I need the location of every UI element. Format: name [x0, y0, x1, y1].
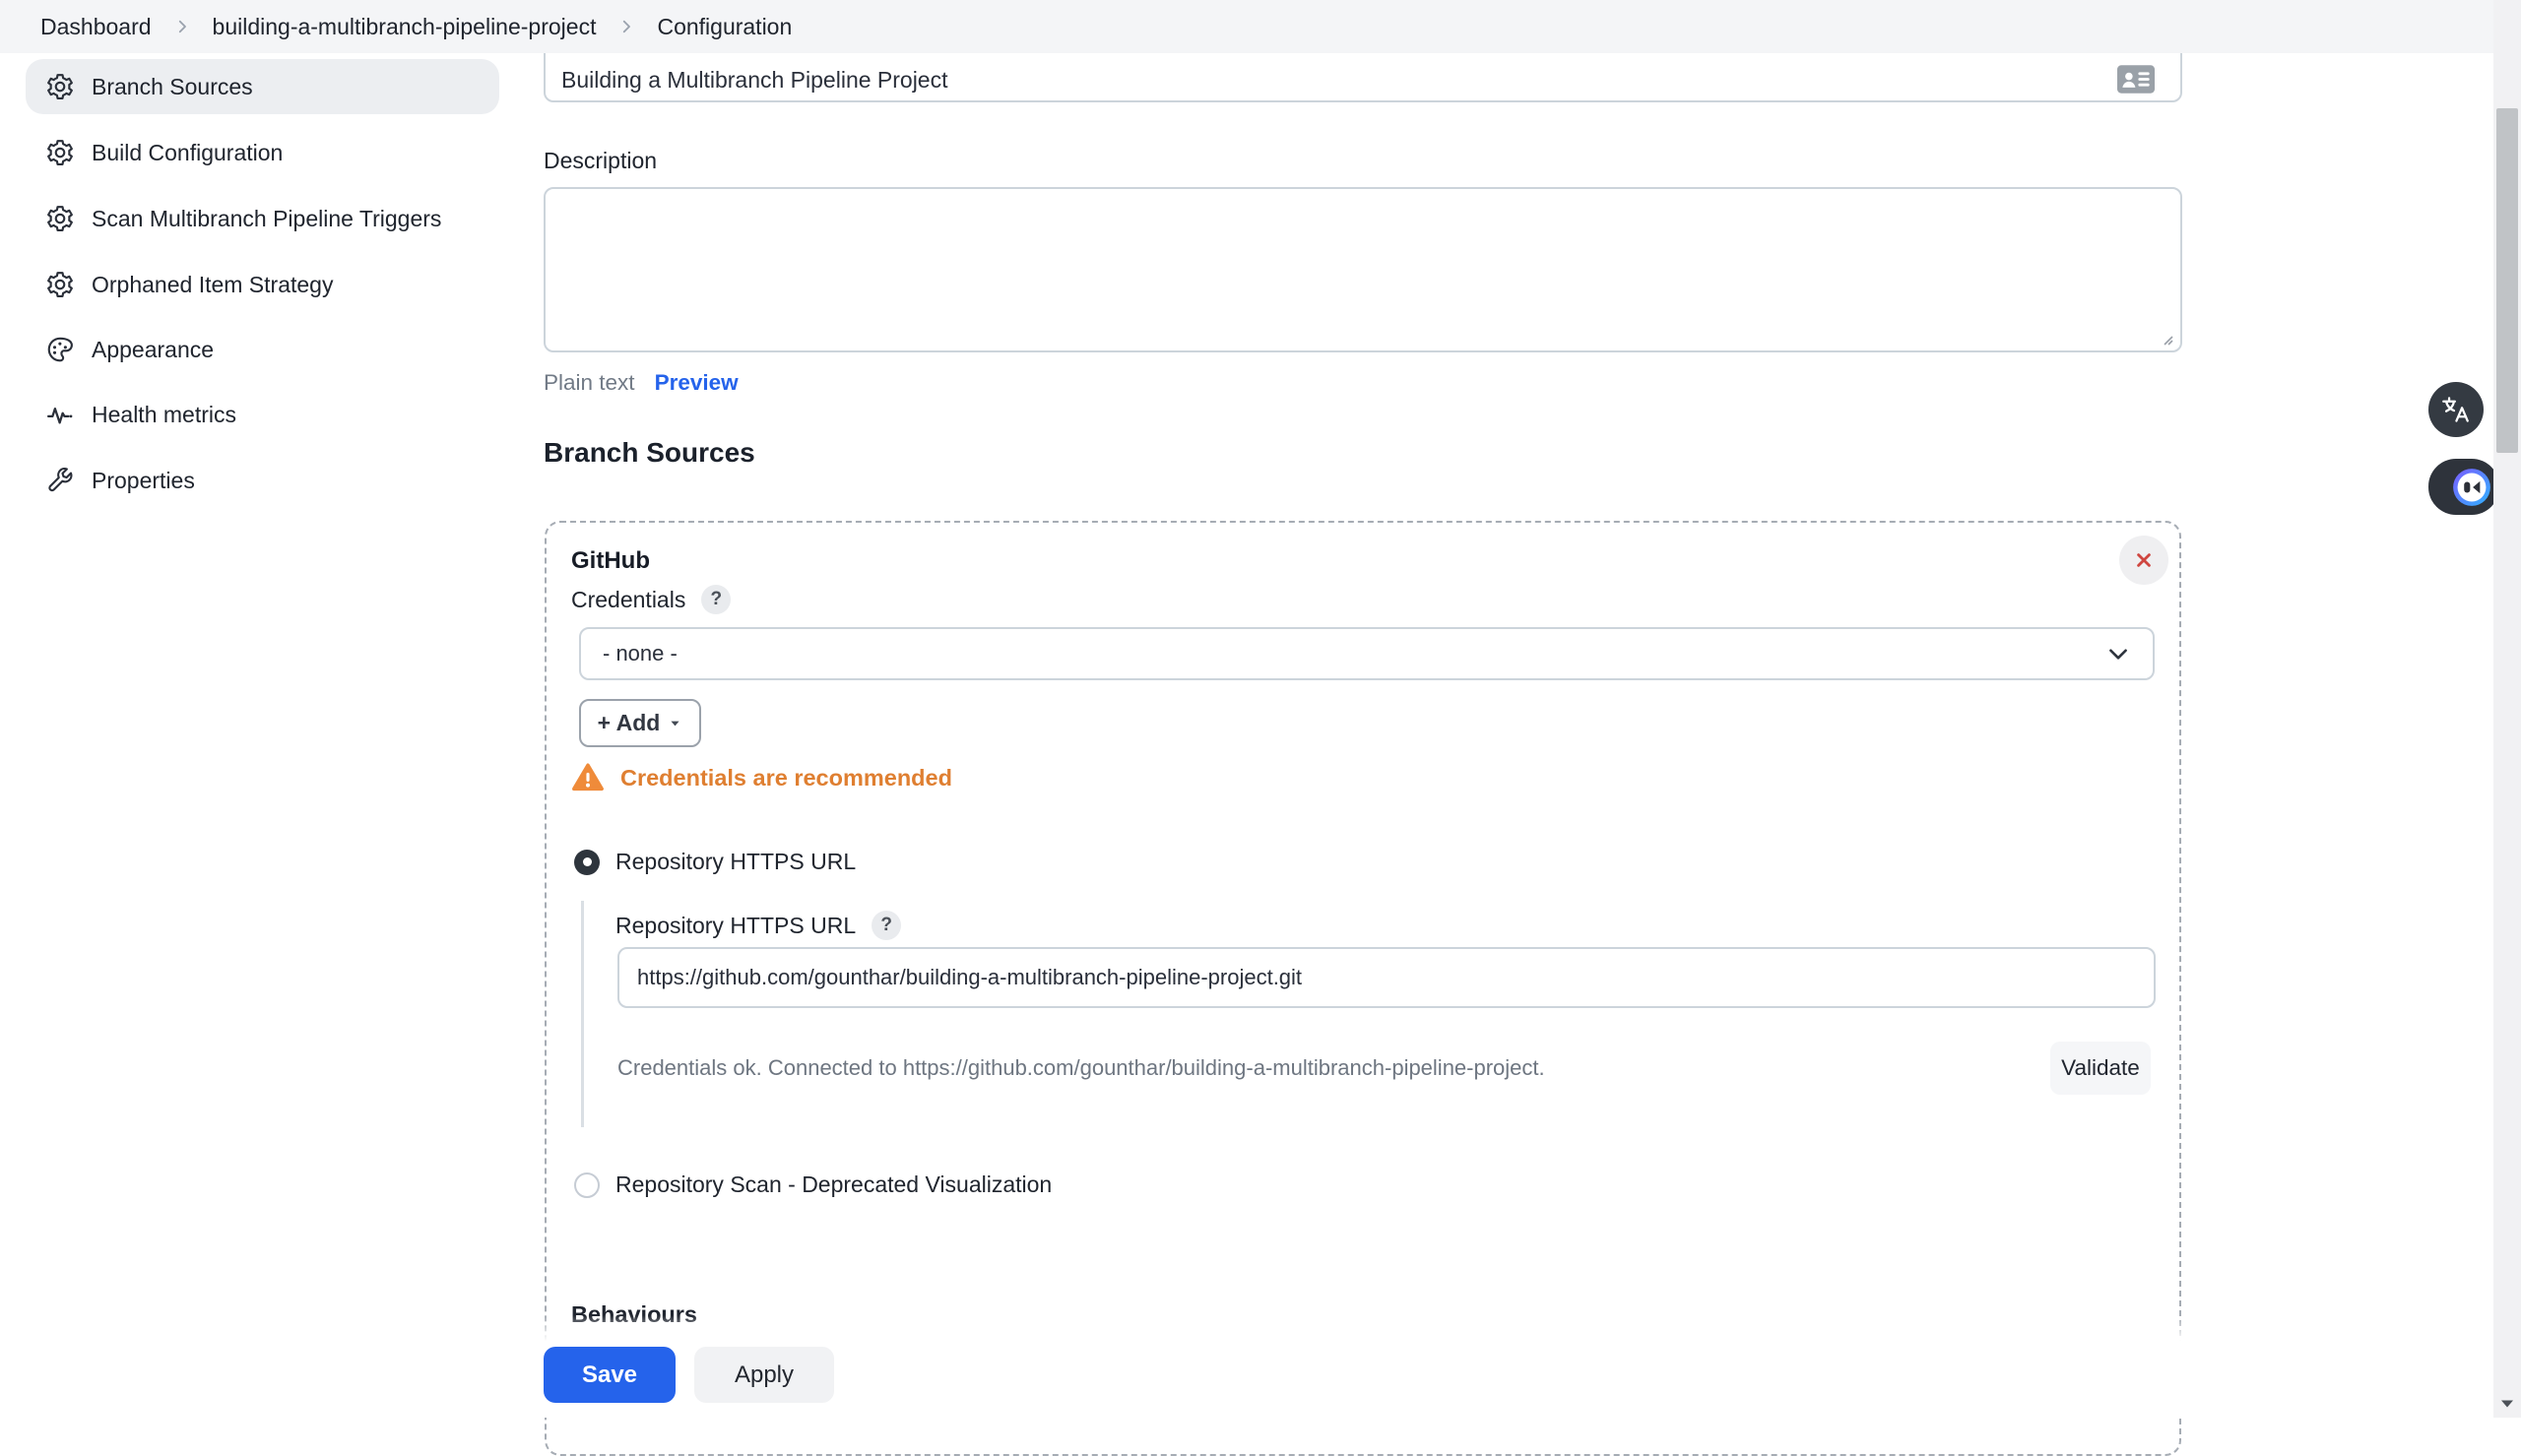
repository-scan-radio-row[interactable]: Repository Scan - Deprecated Visualizati…: [574, 1171, 1052, 1198]
radio-selected-icon[interactable]: [574, 850, 600, 875]
repository-url-label: Repository HTTPS URL: [615, 913, 856, 939]
gear-icon: [45, 138, 75, 167]
breadcrumb: Dashboard building-a-multibranch-pipelin…: [0, 0, 2521, 53]
credentials-warning: Credentials are recommended: [571, 761, 952, 794]
remove-source-button[interactable]: [2119, 536, 2168, 585]
translate-fab-button[interactable]: [2428, 382, 2484, 437]
validate-button[interactable]: Validate: [2050, 1042, 2151, 1095]
https-url-radio-row[interactable]: Repository HTTPS URL: [574, 849, 856, 875]
close-icon: [2131, 547, 2157, 573]
https-url-radio-label: Repository HTTPS URL: [615, 849, 856, 875]
apply-button-label: Apply: [735, 1361, 794, 1389]
chevron-down-icon: [2105, 641, 2131, 666]
add-credentials-button[interactable]: + Add: [579, 699, 701, 747]
sidebar-item-label: Appearance: [92, 337, 214, 363]
breadcrumb-configuration[interactable]: Configuration: [657, 14, 792, 40]
translate-icon: [2439, 393, 2473, 426]
gear-icon: [45, 270, 75, 299]
plain-text-label: Plain text: [544, 370, 635, 396]
description-textarea[interactable]: [544, 187, 2182, 352]
description-label: Description: [544, 148, 657, 174]
add-button-label: + Add: [598, 710, 661, 736]
sidebar-item-scan-triggers[interactable]: Scan Multibranch Pipeline Triggers: [26, 191, 499, 246]
chevron-right-icon: [173, 18, 191, 35]
sidebar-item-orphaned-item-strategy[interactable]: Orphaned Item Strategy: [26, 257, 499, 312]
validation-message: Credentials ok. Connected to https://git…: [617, 1055, 1545, 1081]
sidebar-item-label: Build Configuration: [92, 140, 283, 166]
sidebar-item-health-metrics[interactable]: Health metrics: [26, 387, 499, 442]
sidebar-item-properties[interactable]: Properties: [26, 453, 499, 508]
sidebar-item-label: Health metrics: [92, 402, 236, 428]
pulse-icon: [45, 400, 75, 429]
bottom-bar: [0, 1315, 2521, 1418]
sidebar-item-label: Orphaned Item Strategy: [92, 272, 333, 298]
repository-url-input[interactable]: [617, 947, 2156, 1008]
id-card-icon: [2117, 65, 2155, 98]
scrollbar-thumb[interactable]: [2496, 108, 2518, 453]
scrollbar-down-arrow[interactable]: [2493, 1390, 2521, 1418]
chevron-right-icon: [617, 18, 635, 35]
save-button[interactable]: Save: [544, 1347, 676, 1403]
breadcrumb-project[interactable]: building-a-multibranch-pipeline-project: [213, 14, 597, 40]
save-button-label: Save: [582, 1361, 637, 1389]
breadcrumb-dashboard[interactable]: Dashboard: [40, 14, 152, 40]
credentials-select[interactable]: - none -: [579, 627, 2155, 680]
credentials-label: Credentials: [571, 587, 685, 613]
validate-button-label: Validate: [2061, 1055, 2140, 1081]
repository-scan-radio-label: Repository Scan - Deprecated Visualizati…: [615, 1171, 1052, 1198]
credentials-selected-value: - none -: [603, 641, 2105, 666]
sidebar-item-label: Branch Sources: [92, 74, 253, 100]
gear-icon: [45, 72, 75, 101]
palette-icon: [45, 335, 75, 364]
indent-divider: [581, 901, 584, 1127]
wrench-icon: [45, 466, 75, 495]
gear-icon: [45, 204, 75, 233]
radio-unselected-icon[interactable]: [574, 1172, 600, 1198]
help-icon[interactable]: ?: [701, 585, 731, 614]
caret-down-icon: [668, 716, 682, 730]
branch-sources-heading: Branch Sources: [544, 437, 755, 469]
help-icon[interactable]: ?: [872, 911, 901, 940]
github-title: GitHub: [571, 547, 650, 575]
sidebar-item-label: Properties: [92, 468, 195, 494]
warning-triangle-icon: [571, 761, 605, 794]
robot-icon: [2452, 468, 2491, 507]
sidebar-item-branch-sources[interactable]: Branch Sources: [26, 59, 499, 114]
apply-button[interactable]: Apply: [694, 1347, 834, 1403]
sidebar-item-label: Scan Multibranch Pipeline Triggers: [92, 206, 441, 232]
preview-link[interactable]: Preview: [655, 370, 739, 396]
warning-text: Credentials are recommended: [620, 765, 952, 791]
assistant-fab-button[interactable]: [2428, 459, 2499, 515]
sidebar-item-appearance[interactable]: Appearance: [26, 322, 499, 377]
sidebar-item-build-configuration[interactable]: Build Configuration: [26, 125, 499, 180]
